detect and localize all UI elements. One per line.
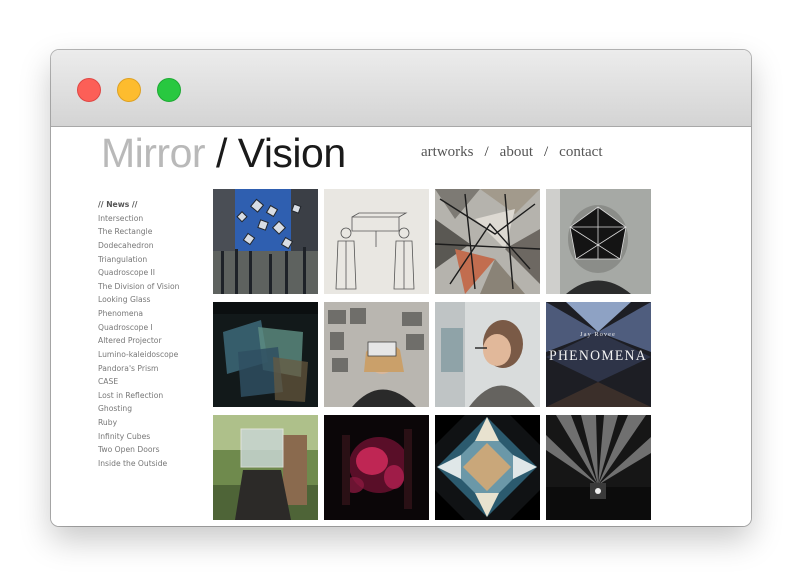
minimize-window-button[interactable]: [117, 78, 141, 102]
thumbnail-looking-glass[interactable]: [435, 302, 540, 407]
thumbnail-the-rectangle[interactable]: [324, 189, 429, 294]
maximize-window-button[interactable]: [157, 78, 181, 102]
sidebar-heading-news[interactable]: // News //: [98, 198, 179, 212]
nav-link-artworks[interactable]: artworks: [421, 144, 474, 160]
thumbnail-quadroscope-i[interactable]: [213, 415, 318, 520]
page-content: Mirror / Vision artworks / about / contact /…: [51, 127, 751, 526]
nav-separator: /: [484, 144, 489, 160]
window-titlebar: [51, 50, 751, 127]
thumbnail-pandoras-prism[interactable]: [546, 415, 651, 520]
sidebar-item-division-of-vision[interactable]: The Division of Vision: [98, 280, 179, 294]
sidebar-item-case[interactable]: CASE: [98, 375, 179, 389]
album-title-text: PHENOMENA: [549, 348, 647, 364]
sidebar-item-quadroscope-ii[interactable]: Quadroscope II: [98, 266, 179, 280]
sidebar-item-looking-glass[interactable]: Looking Glass: [98, 293, 179, 307]
sidebar-item-lumino-kaleidoscope[interactable]: Lumino-kaleidoscope: [98, 348, 179, 362]
sidebar-item-intersection[interactable]: Intersection: [98, 212, 179, 226]
sidebar-item-the-rectangle[interactable]: The Rectangle: [98, 225, 179, 239]
thumbnail-triangulation[interactable]: [546, 189, 651, 294]
sidebar-item-altered-projector[interactable]: Altered Projector: [98, 334, 179, 348]
sidebar-item-lost-in-reflection[interactable]: Lost in Reflection: [98, 389, 179, 403]
sidebar-item-dodecahedron[interactable]: Dodecahedron: [98, 239, 179, 253]
sidebar-item-infinity-cubes[interactable]: Infinity Cubes: [98, 430, 179, 444]
sidebar-item-two-open-doors[interactable]: Two Open Doors: [98, 443, 179, 457]
logo-word-mirror: Mirror: [101, 130, 206, 176]
sidebar-item-inside-the-outside[interactable]: Inside the Outside: [98, 457, 179, 471]
top-navigation: artworks / about / contact: [421, 144, 602, 161]
sidebar-item-phenomena[interactable]: Phenomena: [98, 307, 179, 321]
artwork-thumbnail-grid: Jay Rovee PHENOMENA: [213, 189, 651, 520]
album-artist-text: Jay Rovee: [580, 331, 616, 338]
sidebar-item-triangulation[interactable]: Triangulation: [98, 253, 179, 267]
nav-link-about[interactable]: about: [500, 144, 533, 160]
thumbnail-phenomena[interactable]: Jay Rovee PHENOMENA: [546, 302, 651, 407]
thumbnail-lumino-kaleidoscope[interactable]: [435, 415, 540, 520]
thumbnail-division-of-vision[interactable]: [324, 302, 429, 407]
nav-separator: /: [544, 144, 549, 160]
thumbnail-intersection[interactable]: [213, 189, 318, 294]
nav-link-contact[interactable]: contact: [559, 144, 602, 160]
logo-word-vision: / Vision: [215, 130, 346, 176]
sidebar-item-quadroscope-i[interactable]: Quadroscope I: [98, 321, 179, 335]
sidebar-item-ghosting[interactable]: Ghosting: [98, 402, 179, 416]
thumbnail-altered-projector[interactable]: [324, 415, 429, 520]
sidebar-item-pandoras-prism[interactable]: Pandora's Prism: [98, 362, 179, 376]
site-logo[interactable]: Mirror / Vision: [101, 129, 346, 177]
sidebar-item-ruby[interactable]: Ruby: [98, 416, 179, 430]
thumbnail-quadroscope-ii[interactable]: [213, 302, 318, 407]
sidebar-artwork-list: // News // Intersection The Rectangle Do…: [98, 198, 179, 471]
browser-window: Mirror / Vision artworks / about / contact /…: [51, 50, 751, 526]
thumbnail-dodecahedron[interactable]: [435, 189, 540, 294]
close-window-button[interactable]: [77, 78, 101, 102]
